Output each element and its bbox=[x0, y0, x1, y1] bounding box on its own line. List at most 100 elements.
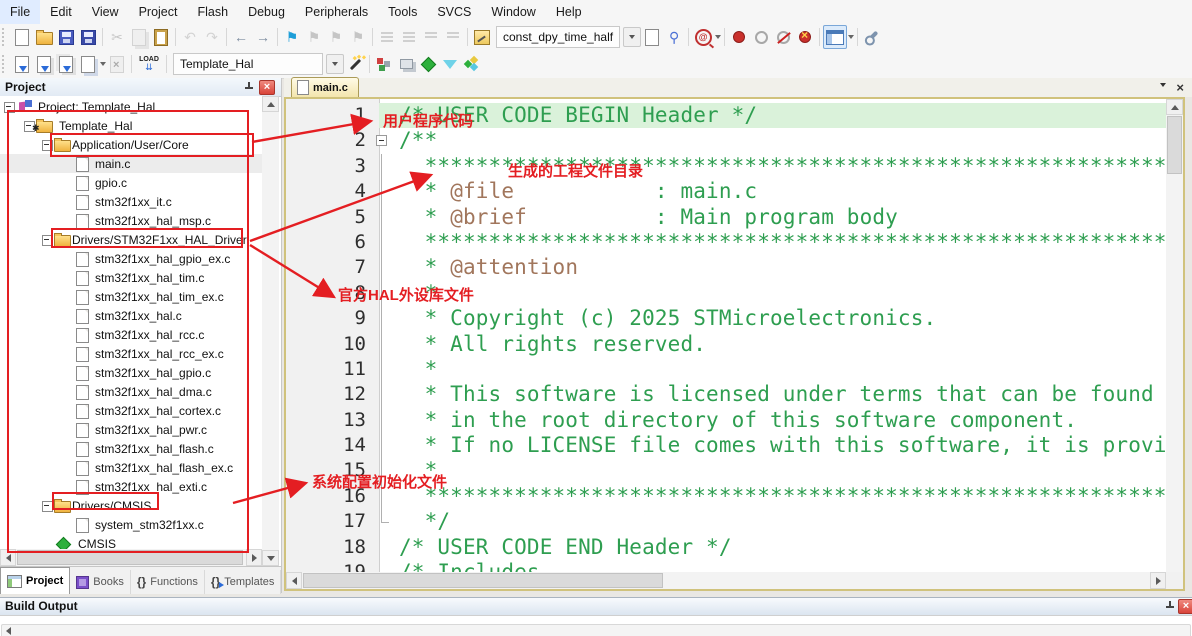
tree-item-stm32f1xx-it-c[interactable]: stm32f1xx_it.c bbox=[0, 192, 262, 211]
find-icon[interactable]: ⚲ bbox=[663, 26, 685, 48]
disable-all-breakpoints-icon[interactable] bbox=[772, 26, 794, 48]
tree-item-system-stm32f1xx-c[interactable]: system_stm32f1xx.c bbox=[0, 515, 262, 534]
tree-item-stm32f1xx-hal-flash-c[interactable]: stm32f1xx_hal_flash.c bbox=[0, 439, 262, 458]
kill-all-breakpoints-icon[interactable] bbox=[794, 26, 816, 48]
tree-item-stm32f1xx-hal-rcc-ex-c[interactable]: stm32f1xx_hal_rcc_ex.c bbox=[0, 344, 262, 363]
rebuild-icon[interactable] bbox=[55, 53, 77, 75]
insert-breakpoint-icon[interactable] bbox=[728, 26, 750, 48]
build-target-dropdown[interactable] bbox=[326, 54, 344, 74]
toolbar-grip[interactable] bbox=[2, 28, 9, 46]
options-for-target-icon[interactable] bbox=[344, 53, 366, 75]
tree-item-stm32f1xx-hal-c[interactable]: stm32f1xx_hal.c bbox=[0, 306, 262, 325]
tree-item-stm32f1xx-hal-cortex-c[interactable]: stm32f1xx_hal_cortex.c bbox=[0, 401, 262, 420]
manage-run-time-environment-icon[interactable] bbox=[373, 53, 395, 75]
tree-item-stm32f1xx-hal-dma-c[interactable]: stm32f1xx_hal_dma.c bbox=[0, 382, 262, 401]
unindent-icon[interactable] bbox=[398, 26, 420, 48]
menu-window[interactable]: Window bbox=[481, 0, 545, 24]
debug-windows-icon[interactable] bbox=[823, 25, 848, 49]
save-icon[interactable] bbox=[55, 26, 77, 48]
tree-horizontal-scrollbar[interactable] bbox=[0, 549, 262, 566]
menu-edit[interactable]: Edit bbox=[40, 0, 82, 24]
menu-help[interactable]: Help bbox=[546, 0, 592, 24]
tree-item-gpio-c[interactable]: gpio.c bbox=[0, 173, 262, 192]
tree-item-template-hal[interactable]: Template_Hal bbox=[0, 116, 262, 135]
stop-build-icon[interactable] bbox=[106, 53, 128, 75]
build-output-header[interactable]: Build Output × bbox=[0, 597, 1192, 616]
document-list-icon[interactable] bbox=[1160, 83, 1166, 87]
select-folders-icon[interactable] bbox=[439, 53, 461, 75]
tree-item-drivers-stm32f1xx-hal-driver[interactable]: Drivers/STM32F1xx_HAL_Driver bbox=[0, 230, 262, 249]
tree-item-project-template-hal[interactable]: Project: Template_Hal bbox=[0, 97, 262, 116]
tree-item-stm32f1xx-hal-gpio-ex-c[interactable]: stm32f1xx_hal_gpio_ex.c bbox=[0, 249, 262, 268]
paste-icon[interactable] bbox=[150, 26, 172, 48]
menu-project[interactable]: Project bbox=[129, 0, 188, 24]
scroll-up-button[interactable] bbox=[262, 96, 279, 112]
debug-windows-dropdown[interactable] bbox=[848, 35, 855, 39]
comment-selection-icon[interactable] bbox=[420, 26, 442, 48]
find-in-files-icon[interactable] bbox=[641, 26, 663, 48]
editor-tab-main-c[interactable]: main.c bbox=[291, 77, 359, 97]
tree-item-stm32f1xx-hal-tim-c[interactable]: stm32f1xx_hal_tim.c bbox=[0, 268, 262, 287]
pack-installer-icon[interactable] bbox=[461, 53, 483, 75]
pin-icon[interactable] bbox=[1166, 601, 1174, 611]
configure-flash-tools-icon[interactable] bbox=[471, 26, 493, 48]
code-editor[interactable]: 1/* USER CODE BEGIN Header */2/** 3 *****… bbox=[286, 99, 1166, 572]
find-dropdown-arrow[interactable] bbox=[715, 35, 722, 39]
editor-vertical-scrollbar[interactable] bbox=[1166, 99, 1183, 572]
close-icon[interactable]: × bbox=[259, 80, 275, 95]
menu-tools[interactable]: Tools bbox=[378, 0, 427, 24]
menu-file[interactable]: File bbox=[0, 0, 41, 24]
target-select-combo[interactable]: const_dpy_time_half bbox=[496, 26, 621, 48]
build-output-scrollbar[interactable] bbox=[1, 624, 1191, 636]
file-extensions-icon[interactable] bbox=[395, 53, 417, 75]
insert-bookmark-icon[interactable]: ⚑ bbox=[281, 26, 303, 48]
batch-build-icon[interactable] bbox=[77, 53, 99, 75]
scrollbar-thumb[interactable] bbox=[303, 573, 663, 588]
previous-bookmark-icon[interactable]: ⚑ bbox=[303, 26, 325, 48]
clear-bookmarks-icon[interactable]: ⚑ bbox=[347, 26, 369, 48]
scrollbar-thumb[interactable] bbox=[17, 550, 243, 565]
tree-item-stm32f1xx-hal-rcc-c[interactable]: stm32f1xx_hal_rcc.c bbox=[0, 325, 262, 344]
toolbar-grip[interactable] bbox=[2, 55, 9, 73]
configure-tools-icon[interactable] bbox=[861, 26, 883, 48]
menu-peripherals[interactable]: Peripherals bbox=[295, 0, 378, 24]
tree-item-application-user-core[interactable]: Application/User/Core bbox=[0, 135, 262, 154]
tree-item-cmsis[interactable]: CMSIS bbox=[0, 534, 262, 549]
menu-svcs[interactable]: SVCS bbox=[427, 0, 481, 24]
workspace-tab-books[interactable]: Books bbox=[70, 570, 131, 594]
workspace-tab-functions[interactable]: Functions bbox=[131, 570, 205, 594]
target-select-dropdown[interactable] bbox=[623, 27, 642, 47]
uncomment-selection-icon[interactable] bbox=[442, 26, 464, 48]
project-tree[interactable]: Project: Template_Hal Template_Hal Applica… bbox=[0, 96, 262, 549]
pin-icon[interactable] bbox=[245, 82, 253, 92]
tree-item-stm32f1xx-hal-pwr-c[interactable]: stm32f1xx_hal_pwr.c bbox=[0, 420, 262, 439]
cut-icon[interactable]: ✂ bbox=[106, 26, 128, 48]
tree-item-stm32f1xx-hal-flash-ex-c[interactable]: stm32f1xx_hal_flash_ex.c bbox=[0, 458, 262, 477]
open-file-icon[interactable] bbox=[33, 26, 55, 48]
tree-item-stm32f1xx-hal-gpio-c[interactable]: stm32f1xx_hal_gpio.c bbox=[0, 363, 262, 382]
menu-debug[interactable]: Debug bbox=[238, 0, 295, 24]
scroll-left-button[interactable] bbox=[0, 549, 16, 566]
new-file-icon[interactable] bbox=[11, 26, 33, 48]
next-bookmark-icon[interactable]: ⚑ bbox=[325, 26, 347, 48]
scroll-down-button[interactable] bbox=[262, 550, 279, 566]
scroll-right-button[interactable] bbox=[1150, 572, 1166, 589]
build-target-combo[interactable]: Template_Hal bbox=[173, 53, 323, 75]
tree-vertical-scrollbar[interactable] bbox=[262, 96, 279, 566]
tree-item-drivers-cmsis[interactable]: Drivers/CMSIS bbox=[0, 496, 262, 515]
tree-item-stm32f1xx-hal-tim-ex-c[interactable]: stm32f1xx_hal_tim_ex.c bbox=[0, 287, 262, 306]
expand-toggle-icon[interactable] bbox=[4, 102, 15, 113]
build-icon[interactable] bbox=[33, 53, 55, 75]
workspace-tab-project[interactable]: Project bbox=[0, 567, 71, 594]
undo-icon[interactable]: ↶ bbox=[179, 26, 201, 48]
close-icon[interactable]: × bbox=[1178, 599, 1192, 614]
navigate-forward-icon[interactable]: → bbox=[252, 26, 274, 48]
save-all-icon[interactable] bbox=[77, 26, 99, 48]
translate-icon[interactable] bbox=[11, 53, 33, 75]
workspace-tab-templates[interactable]: Templates bbox=[205, 570, 282, 594]
indent-icon[interactable] bbox=[376, 26, 398, 48]
redo-icon[interactable]: ↷ bbox=[201, 26, 223, 48]
select-software-packs-icon[interactable] bbox=[417, 53, 439, 75]
scroll-right-button[interactable] bbox=[246, 549, 262, 566]
expand-toggle-icon[interactable] bbox=[42, 140, 53, 151]
